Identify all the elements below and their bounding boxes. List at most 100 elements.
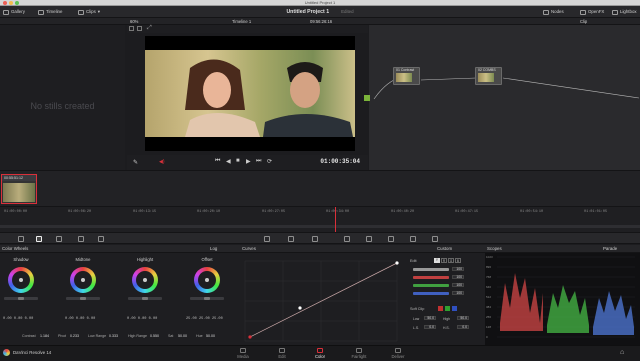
transport-bar: ✎ ◀) ⏮ ◀ ■ ▶ ⏭ ⟳ 01:00:35:04: [127, 155, 368, 170]
reverse-play-button[interactable]: ◀: [226, 158, 231, 165]
custom-curve-controls: Edit Y R G B 100 100 100 100 Soft Clip L…: [407, 253, 485, 345]
soft-clip-blue-swatch[interactable]: [452, 306, 457, 311]
timeline-selector[interactable]: Timeline 1: [232, 18, 251, 25]
highlight-master-slider[interactable]: [128, 297, 162, 300]
hue-value[interactable]: 50.00: [206, 334, 215, 338]
soft-clip-red-swatch[interactable]: [438, 306, 443, 311]
lightbox-icon: [612, 9, 618, 15]
channel-b-toggle[interactable]: B: [455, 258, 461, 263]
b-intensity-slider[interactable]: [413, 292, 449, 295]
camera-raw-icon[interactable]: [18, 236, 24, 242]
offset-wheel[interactable]: [194, 267, 220, 293]
shadow-master-slider[interactable]: [4, 297, 38, 300]
shadow-wheel[interactable]: [8, 267, 34, 293]
soft-clip-green-swatch[interactable]: [445, 306, 450, 311]
sat-value[interactable]: 50.00: [178, 334, 187, 338]
channel-y-toggle[interactable]: Y: [434, 258, 440, 263]
soft-clip-high[interactable]: 50.0: [457, 316, 469, 320]
3d-icon[interactable]: [432, 236, 438, 242]
scale-mark: 384: [486, 305, 492, 309]
timeline-playhead[interactable]: [335, 207, 336, 233]
wheel-label-highlight: Highlight: [136, 257, 154, 262]
pen-tool-icon[interactable]: ✎: [133, 159, 138, 166]
contrast-value[interactable]: 1.184: [40, 334, 49, 338]
wheel-mode-tab[interactable]: Log: [210, 245, 217, 253]
r-intensity-slider[interactable]: [413, 276, 449, 279]
play-button[interactable]: ▶: [246, 158, 251, 165]
node-graph[interactable]: 01 Contrast 02 COMBS: [364, 25, 640, 170]
offset-values: 25.00 25.00 25.00: [186, 317, 223, 321]
g-intensity-value[interactable]: 100: [452, 283, 464, 287]
highlight-wheel[interactable]: [132, 267, 158, 293]
nodes-icon: [543, 9, 549, 15]
node-contrast[interactable]: 01 Contrast: [393, 67, 420, 85]
node-thumbnail: [478, 73, 494, 82]
ls-label: L.S.: [413, 326, 420, 330]
rgb-mixer-icon[interactable]: [78, 236, 84, 242]
soft-clip-hs[interactable]: 0.0: [457, 325, 469, 329]
channel-r-toggle[interactable]: R: [441, 258, 447, 263]
gallery-button[interactable]: Gallery: [3, 6, 25, 18]
tracker-icon[interactable]: [344, 236, 350, 242]
fullscreen-icon[interactable]: ⤢: [147, 25, 152, 32]
nodes-label: Nodes: [551, 9, 564, 14]
go-to-start-button[interactable]: ⏮: [215, 158, 220, 165]
value: 0.00: [86, 317, 96, 321]
timeline-button[interactable]: Timeline: [38, 6, 62, 18]
video-viewer[interactable]: [145, 36, 355, 151]
pivot-label: Pivot: [58, 334, 66, 338]
openfx-button[interactable]: OpenFX: [580, 6, 604, 18]
page-tab-deliver[interactable]: Deliver: [378, 346, 418, 361]
color-wheels-icon[interactable]: [36, 236, 42, 242]
wheel-label-shadow: Shadow: [13, 257, 29, 262]
r-intensity-value[interactable]: 100: [452, 275, 464, 279]
soft-clip-ls[interactable]: 0.0: [424, 325, 436, 329]
home-icon[interactable]: ⌂: [620, 349, 624, 356]
midtone-wheel[interactable]: [70, 267, 96, 293]
y-intensity-value[interactable]: 100: [452, 267, 464, 271]
key-icon[interactable]: [388, 236, 394, 242]
page-navigation: DaVinci Resolve 14 Media Edit Color Fair…: [0, 345, 640, 360]
page-tab-color[interactable]: Color: [300, 346, 340, 361]
pivot-value[interactable]: 0.233: [70, 334, 79, 338]
scope-mode-dropdown[interactable]: Parade: [603, 245, 617, 253]
channel-g-toggle[interactable]: G: [448, 258, 454, 263]
go-to-end-button[interactable]: ⏭: [256, 158, 261, 165]
qualifier-icon[interactable]: [288, 236, 294, 242]
window-icon[interactable]: [312, 236, 318, 242]
image-wipe-icon[interactable]: [129, 26, 134, 31]
midtone-master-slider[interactable]: [66, 297, 100, 300]
node-input-icon[interactable]: [364, 95, 370, 101]
curves-icon[interactable]: [264, 236, 270, 242]
clip-thumbnail[interactable]: 00:55:51:12: [1, 174, 37, 204]
nodes-button[interactable]: Nodes: [543, 6, 564, 18]
low-range-value[interactable]: 0.333: [109, 334, 118, 338]
soft-clip-low[interactable]: 50.0: [424, 316, 436, 320]
clips-button[interactable]: Clips ▾: [78, 6, 100, 18]
offset-master-slider[interactable]: [190, 297, 224, 300]
app-name: DaVinci Resolve 14: [13, 350, 52, 355]
page-tab-fairlight[interactable]: Fairlight: [339, 346, 379, 361]
high-range-value[interactable]: 0.550: [150, 334, 159, 338]
g-intensity-slider[interactable]: [413, 284, 449, 287]
mini-timeline[interactable]: 01:00:00:00 01:00:06:20 01:00:13:15 01:0…: [0, 206, 640, 233]
sizing-icon[interactable]: [410, 236, 416, 242]
b-intensity-value[interactable]: 100: [452, 291, 464, 295]
split-screen-icon[interactable]: [137, 26, 142, 31]
zoom-dropdown[interactable]: 60%: [130, 18, 138, 25]
color-match-icon[interactable]: [56, 236, 62, 242]
y-intensity-slider[interactable]: [413, 268, 449, 271]
page-tab-edit[interactable]: Edit: [262, 346, 302, 361]
stop-button[interactable]: ■: [236, 158, 240, 164]
page-tab-media[interactable]: Media: [223, 346, 263, 361]
curves-editor[interactable]: [240, 253, 407, 345]
node-combs[interactable]: 02 COMBS: [475, 67, 502, 85]
motion-effects-icon[interactable]: [98, 236, 104, 242]
no-stills-text: No stills created: [30, 101, 95, 111]
loop-button[interactable]: ⟳: [267, 158, 272, 165]
blur-icon[interactable]: [366, 236, 372, 242]
audio-icon[interactable]: ◀): [159, 159, 165, 165]
lightbox-button[interactable]: Lightbox: [612, 6, 637, 18]
value: 0.00: [75, 317, 85, 321]
clip-mode-dropdown[interactable]: Clip: [580, 18, 587, 25]
